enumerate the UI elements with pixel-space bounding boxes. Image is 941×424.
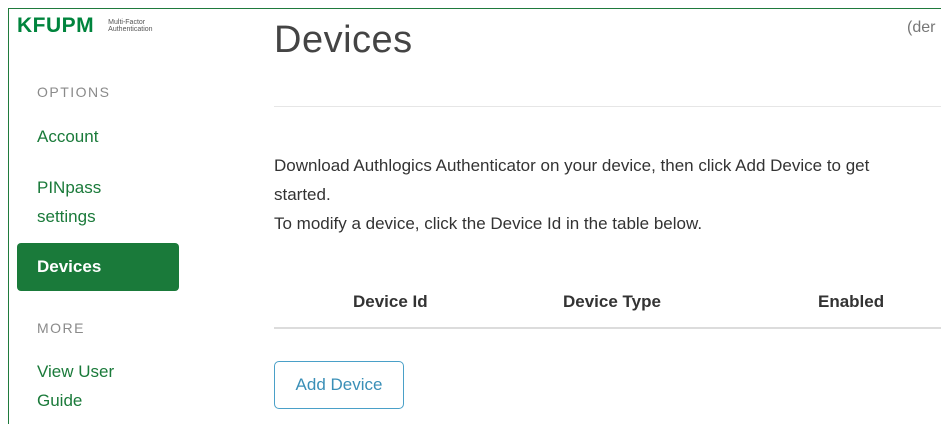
intro-line-3: To modify a device, click the Device Id … [274, 214, 703, 233]
sidebar-item-pinpass-settings[interactable]: PINpass settings [37, 173, 101, 231]
intro-line-1: Download Authlogics Authenticator on you… [274, 156, 870, 175]
sidebar-section-options: OPTIONS [37, 84, 111, 100]
sidebar-item-label-line1: View User [37, 362, 115, 381]
intro-text: Download Authlogics Authenticator on you… [274, 151, 941, 238]
table-header-enabled[interactable]: Enabled [818, 292, 884, 312]
add-device-button[interactable]: Add Device [274, 361, 404, 409]
page-title: Devices [274, 19, 413, 61]
table-header-divider [274, 327, 941, 329]
user-hint: (der [907, 19, 936, 36]
logo: KFUPM Multi-Factor Authentication [17, 14, 153, 38]
logo-tagline-line1: Multi-Factor [108, 18, 146, 26]
sidebar-section-more: MORE [37, 320, 85, 336]
title-divider [274, 106, 941, 107]
sidebar-item-devices[interactable]: Devices [17, 243, 179, 291]
logo-tagline: Multi-Factor Authentication [108, 19, 152, 34]
sidebar-item-label-line2: Guide [37, 391, 83, 410]
table-header-device-id[interactable]: Device Id [353, 292, 428, 312]
logo-wordmark: KFUPM [17, 14, 95, 37]
logo-tagline-line2: Authentication [108, 26, 153, 33]
sidebar-item-label-line2: settings [37, 207, 96, 226]
sidebar-item-label-line1: PINpass [37, 178, 102, 197]
sidebar-item-view-user-guide[interactable]: View User Guide [37, 357, 114, 415]
intro-line-2: started. [274, 185, 331, 204]
table-header-device-type[interactable]: Device Type [563, 292, 661, 312]
app-frame: KFUPM Multi-Factor Authentication OPTION… [8, 8, 941, 424]
sidebar-item-account[interactable]: Account [37, 122, 98, 151]
sidebar-item-label: Devices [37, 257, 102, 276]
